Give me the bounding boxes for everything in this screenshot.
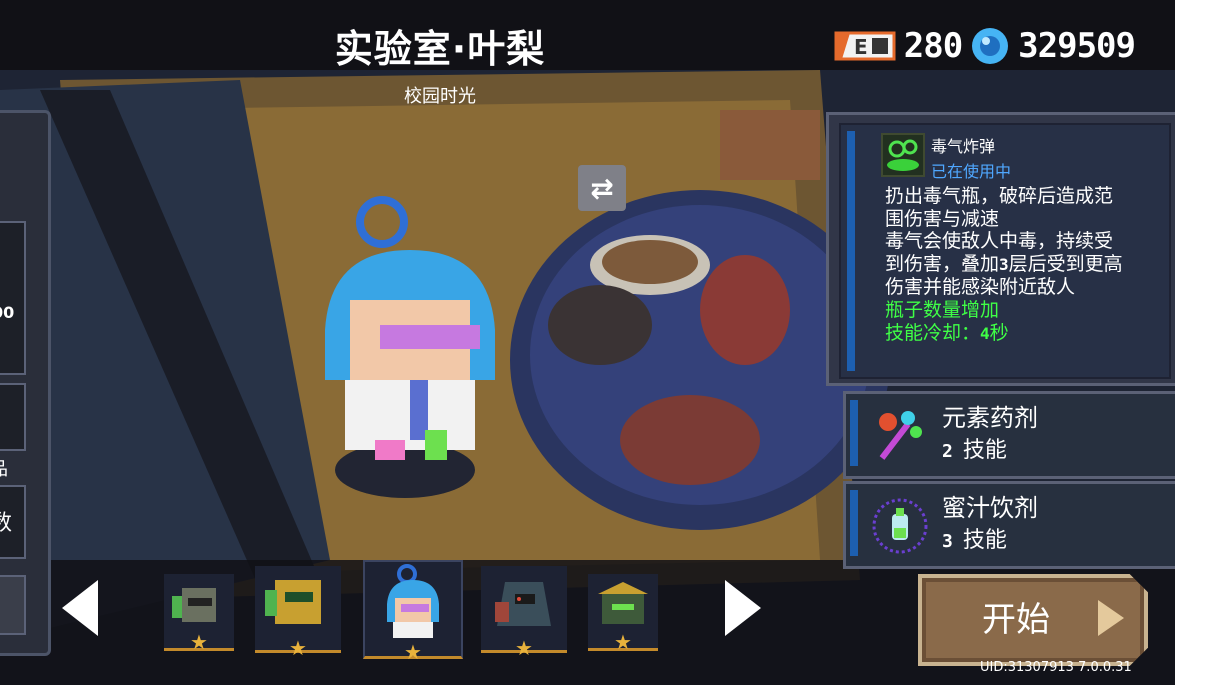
star-icon: ★ bbox=[515, 636, 533, 660]
character-slot[interactable]: ★ bbox=[588, 574, 658, 654]
swap-skin-button[interactable]: ⇄ bbox=[578, 165, 626, 211]
svg-text:E: E bbox=[854, 35, 868, 59]
uid-version-text: UID:31307913 7.0.0.31 bbox=[980, 660, 1132, 675]
poison-bomb-icon bbox=[881, 133, 925, 177]
skill-desc-line: 毒气会使敌人中毒，持续受 bbox=[885, 230, 1114, 253]
swap-icon: ⇄ bbox=[590, 171, 614, 205]
page-title: 实验室·叶梨 bbox=[334, 27, 546, 71]
weapon-skill-label: 技能 bbox=[962, 438, 1007, 463]
left-panel-partial-char-1: 品 bbox=[0, 455, 8, 481]
left-side-panel[interactable]: 00 品 数 bbox=[0, 110, 51, 656]
elemental-potion-icon bbox=[868, 402, 932, 466]
character-portrait-icon bbox=[265, 580, 321, 624]
star-icon: ★ bbox=[614, 630, 632, 654]
left-panel-stat-box: 00 bbox=[0, 221, 26, 375]
currency-bar: E 280 329509 bbox=[834, 26, 1136, 66]
weapon-skill-count: 2 技能 bbox=[942, 432, 1007, 464]
star-icon: ★ bbox=[289, 636, 307, 660]
skill-desc-line: 伤害并能感染附近敌人 bbox=[885, 276, 1076, 299]
character-slot[interactable]: ★ bbox=[481, 566, 567, 658]
weapon-name: 元素药剂 bbox=[942, 404, 1038, 432]
skill-desc-part: 层后受到更高 bbox=[1008, 252, 1123, 275]
weapon-skill-number: 3 bbox=[942, 531, 953, 552]
skin-subtitle: 校园时光 bbox=[404, 86, 476, 107]
skill-status: 已在使用中 bbox=[931, 162, 1012, 181]
character-portrait-icon bbox=[495, 582, 551, 626]
skill-info-inner: 毒气炸弹 已在使用中 扔出毒气瓶，破碎后造成范 围伤害与减速 毒气会使敌人中毒，… bbox=[839, 123, 1171, 379]
left-panel-partial-value: 00 bbox=[0, 303, 15, 322]
left-panel-box-2[interactable]: 数 bbox=[0, 485, 26, 559]
weapon-skill-number: 2 bbox=[942, 441, 953, 462]
skill-desc-line: 到伤害，叠加3层后受到更高 bbox=[885, 253, 1167, 277]
weapon-name: 蜜汁饮剂 bbox=[942, 494, 1038, 522]
star-icon: ★ bbox=[404, 640, 422, 664]
character-portrait-icon bbox=[387, 564, 439, 638]
honey-potion-icon bbox=[868, 492, 932, 556]
skill-name: 毒气炸弹 bbox=[931, 137, 996, 156]
character-slot-selected[interactable]: ★ bbox=[363, 560, 463, 664]
weapon-card-stripe bbox=[850, 400, 858, 466]
skill-description: 扔出毒气瓶，破碎后造成范 围伤害与减速 毒气会使敌人中毒，持续受 到伤害，叠加3… bbox=[885, 185, 1167, 345]
left-panel-box-3[interactable] bbox=[0, 575, 26, 635]
skill-desc-line: 扔出毒气瓶，破碎后造成范 bbox=[885, 185, 1114, 207]
weapon-skill-label: 技能 bbox=[962, 528, 1007, 553]
next-character-arrow[interactable] bbox=[725, 580, 761, 636]
skill-bonus: 瓶子数量增加 bbox=[885, 298, 1000, 321]
weapon-skill-count: 3 技能 bbox=[942, 522, 1007, 554]
star-icon: ★ bbox=[190, 630, 208, 654]
character-portrait-icon bbox=[172, 588, 216, 622]
skill-desc-part: 到伤害，叠加 bbox=[885, 252, 1000, 275]
e-card-icon: E bbox=[834, 31, 896, 61]
character-slot[interactable]: ★ bbox=[164, 574, 234, 654]
character-portrait-icon bbox=[598, 582, 648, 624]
skill-stripe bbox=[847, 131, 855, 371]
cooldown-value: 4 bbox=[980, 323, 990, 343]
prev-character-arrow[interactable] bbox=[62, 580, 98, 636]
skill-desc-number: 3 bbox=[999, 254, 1009, 274]
game-screen: 实验室·叶梨 校园时光 E 280 329509 00 品 数 ⇄ bbox=[0, 0, 1175, 685]
weapon-card-honey-potion[interactable]: 蜜汁饮剂 3 技能 bbox=[843, 481, 1175, 569]
play-arrow-icon bbox=[1098, 600, 1124, 636]
skill-cooldown: 技能冷却：4秒 bbox=[885, 322, 1167, 346]
left-panel-button[interactable] bbox=[0, 383, 26, 451]
cooldown-unit: 秒 bbox=[989, 321, 1009, 344]
left-panel-partial-char-2: 数 bbox=[0, 511, 13, 536]
gem-value: 329509 bbox=[1018, 26, 1136, 66]
skill-info-panel: 毒气炸弹 已在使用中 扔出毒气瓶，破碎后造成范 围伤害与减速 毒气会使敌人中毒，… bbox=[826, 112, 1175, 386]
weapon-card-elemental-potion[interactable]: 元素药剂 2 技能 bbox=[843, 391, 1175, 479]
weapon-card-stripe bbox=[850, 490, 858, 556]
cooldown-label: 技能冷却： bbox=[885, 321, 981, 344]
character-slot[interactable]: ★ bbox=[255, 566, 341, 658]
start-button[interactable]: 开始 bbox=[918, 574, 1148, 666]
skill-desc-line: 围伤害与减速 bbox=[885, 207, 1000, 230]
start-button-label: 开始 bbox=[982, 600, 1050, 640]
energy-value: 280 bbox=[903, 26, 963, 66]
gem-icon bbox=[972, 28, 1009, 64]
